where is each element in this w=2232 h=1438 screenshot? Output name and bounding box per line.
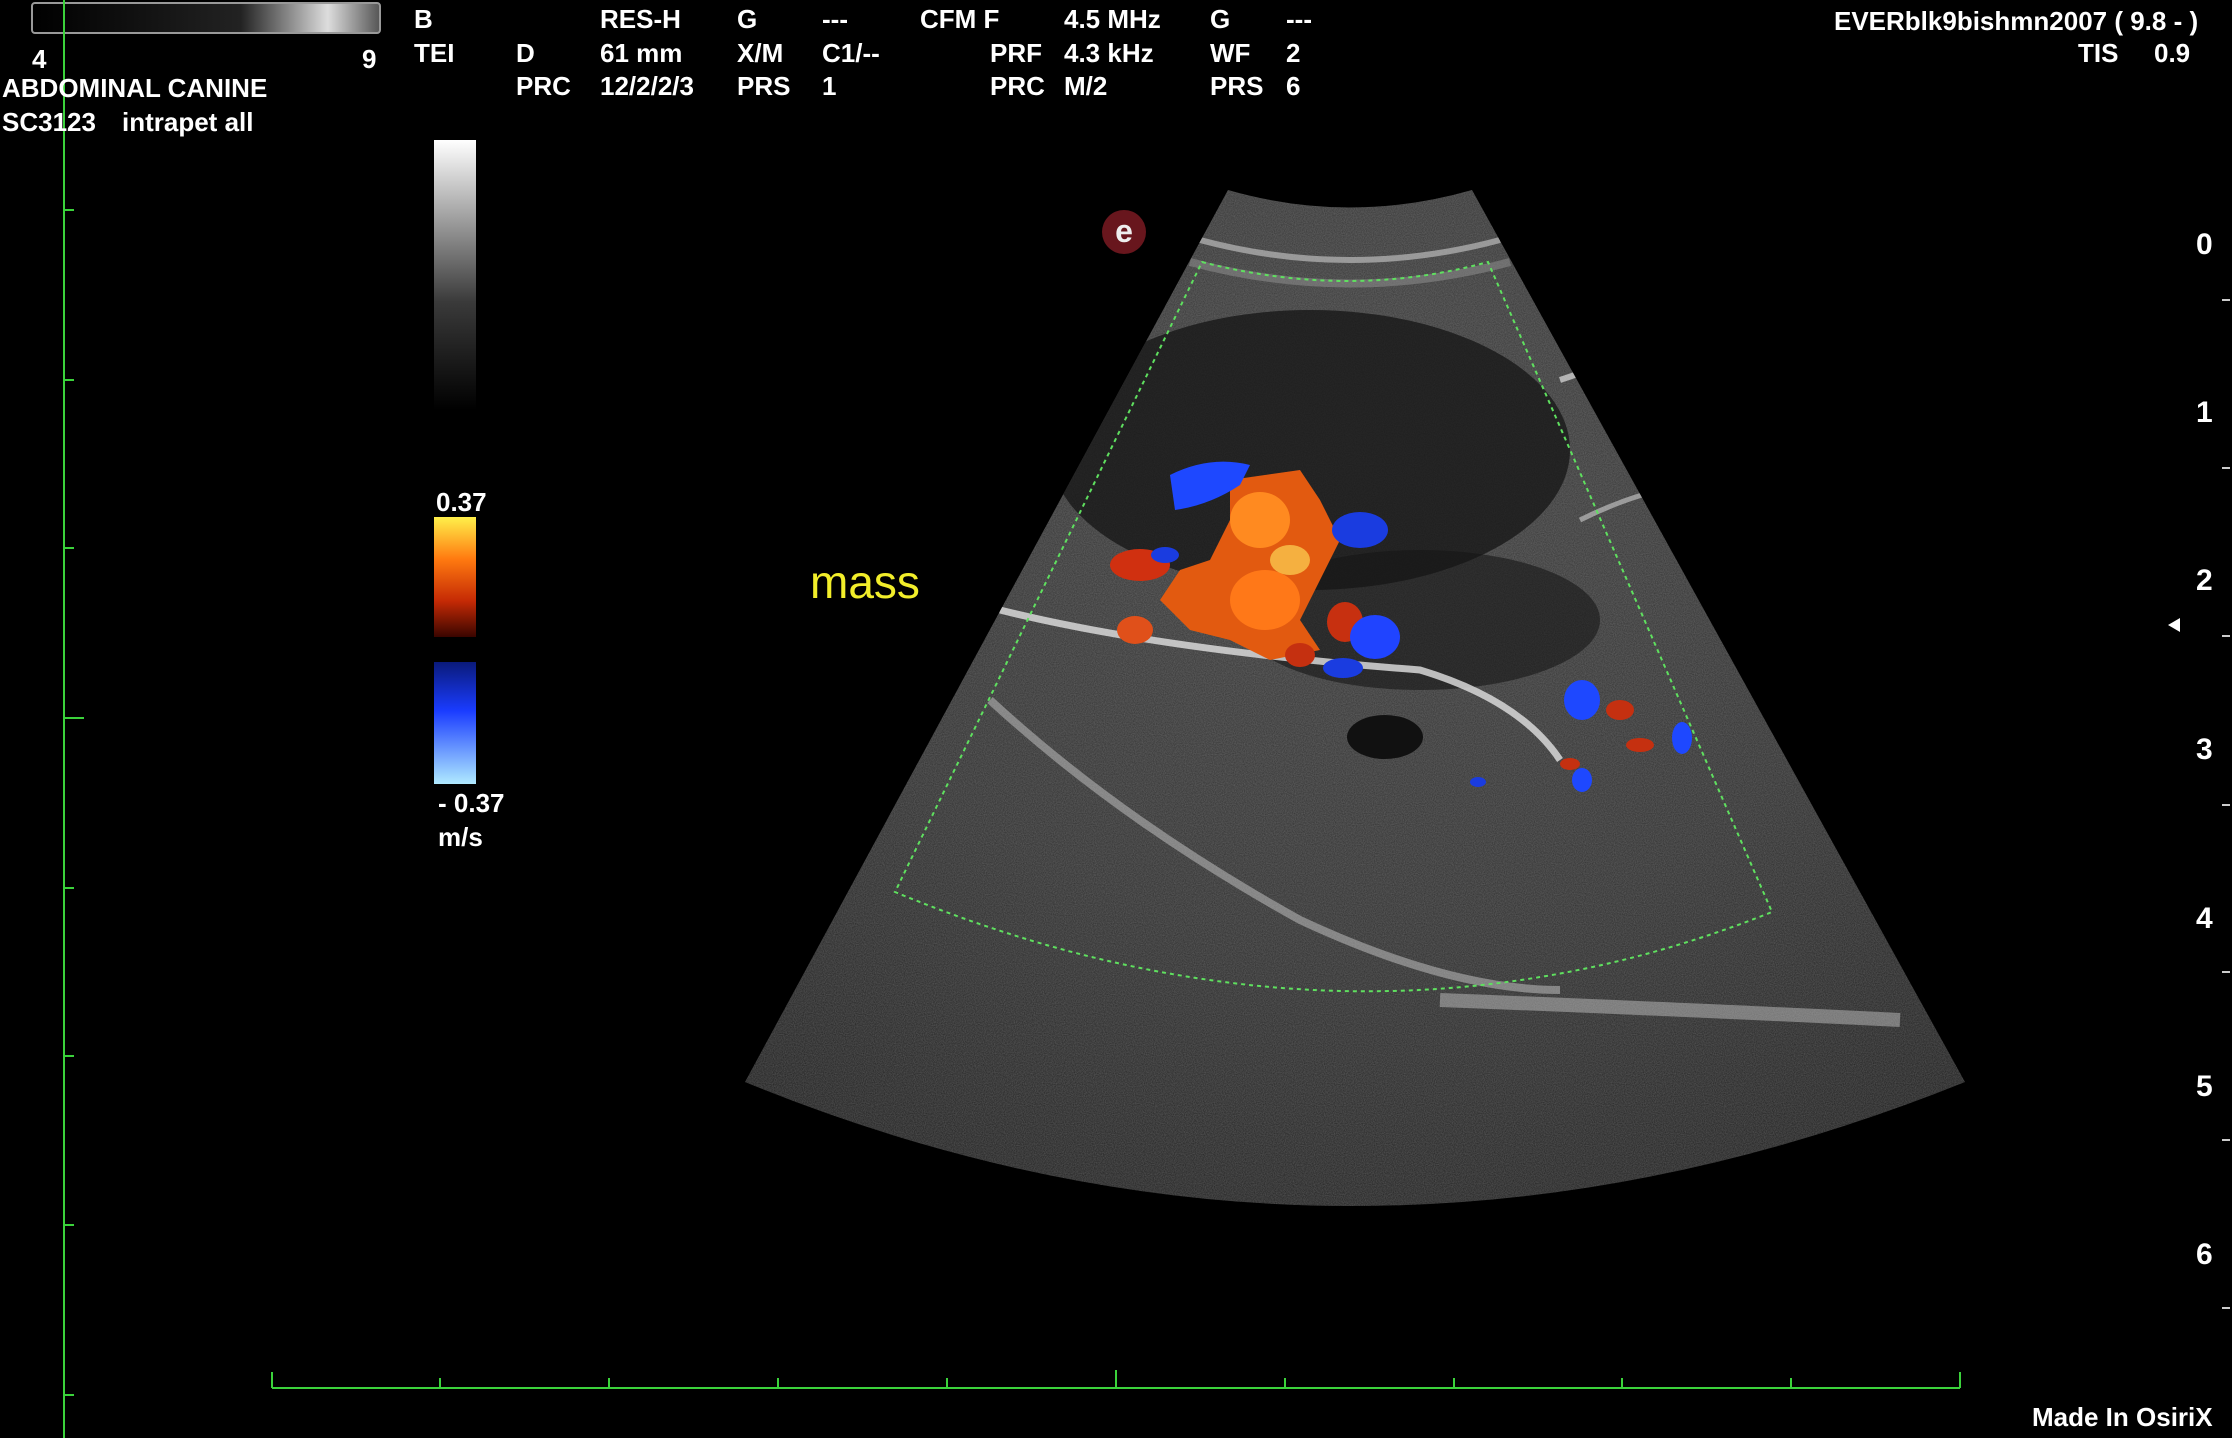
- cfm-prc-value: M/2: [1064, 71, 1108, 101]
- probe-range-max: 9: [362, 44, 377, 74]
- probe-range-min: 4: [32, 44, 47, 74]
- focus-marker: [2168, 618, 2180, 632]
- res-label: RES-H: [600, 4, 681, 34]
- velocity-min: - 0.37: [438, 788, 505, 818]
- gain-gauge: [31, 2, 381, 34]
- cfm-prs-value: 6: [1286, 71, 1301, 101]
- mode-b: B: [414, 4, 433, 34]
- cfm-gain-value: ---: [1286, 4, 1312, 34]
- depth-4: 4: [2196, 902, 2213, 935]
- frequency-value: 4.5 MHz: [1064, 4, 1161, 34]
- bottom-ruler: [271, 1370, 1961, 1389]
- depth-value: 61 mm: [600, 38, 683, 68]
- label-d: D: [516, 38, 535, 68]
- prs-value: 1: [822, 71, 837, 101]
- cfm-gain-label: G: [1210, 4, 1231, 34]
- label-prc: PRC: [516, 71, 571, 101]
- wf-label: WF: [1210, 38, 1251, 68]
- application-name: intrapet all: [122, 107, 254, 137]
- prs-label: PRS: [737, 71, 791, 101]
- cfm-prs-label: PRS: [1210, 71, 1264, 101]
- depth-6: 6: [2196, 1238, 2213, 1271]
- gain-label: G: [737, 4, 758, 34]
- depth-0: 0: [2196, 228, 2213, 261]
- preset-name: ABDOMINAL CANINE: [2, 73, 268, 103]
- velocity-max: 0.37: [436, 487, 487, 517]
- velocity-positive-bar: [434, 517, 476, 637]
- tis-value: 0.9: [2154, 38, 2191, 68]
- wf-value: 2: [1286, 38, 1301, 68]
- depth-2: 2: [2196, 564, 2213, 597]
- top-right-overlay: EVERblk9bishmn2007 ( 9.8 - ): [1834, 6, 2199, 36]
- depth-3: 3: [2196, 733, 2213, 766]
- grayscale-bar: [434, 140, 476, 410]
- mode-tei: TEI: [414, 38, 455, 68]
- cfm-prc-label: PRC: [990, 71, 1045, 101]
- prf-value: 4.3 kHz: [1064, 38, 1154, 68]
- mass-annotation: mass: [810, 556, 920, 608]
- ultrasound-sector: [745, 190, 1965, 1206]
- prf-label: PRF: [990, 38, 1042, 68]
- depth-1: 1: [2196, 396, 2213, 429]
- depth-5: 5: [2196, 1070, 2213, 1103]
- velocity-negative-bar: [434, 662, 476, 784]
- velocity-unit: m/s: [438, 822, 483, 852]
- left-ruler: [63, 0, 84, 1438]
- probe-model: SC3123: [2, 107, 96, 137]
- prc-value: 12/2/2/3: [600, 71, 694, 101]
- svg-text:e: e: [1115, 213, 1133, 249]
- gain-value: ---: [822, 4, 848, 34]
- cfm-label: CFM F: [920, 4, 1000, 34]
- xm-label: X/M: [737, 38, 784, 68]
- depth-ticks: [2222, 299, 2230, 1309]
- tis-label: TIS: [2078, 38, 2119, 68]
- osirix-watermark: Made In OsiriX: [2032, 1402, 2213, 1432]
- e-logo-icon: e: [1102, 210, 1146, 254]
- xm-value: C1/--: [822, 38, 880, 68]
- ultrasound-image: e: [31, 0, 2230, 1438]
